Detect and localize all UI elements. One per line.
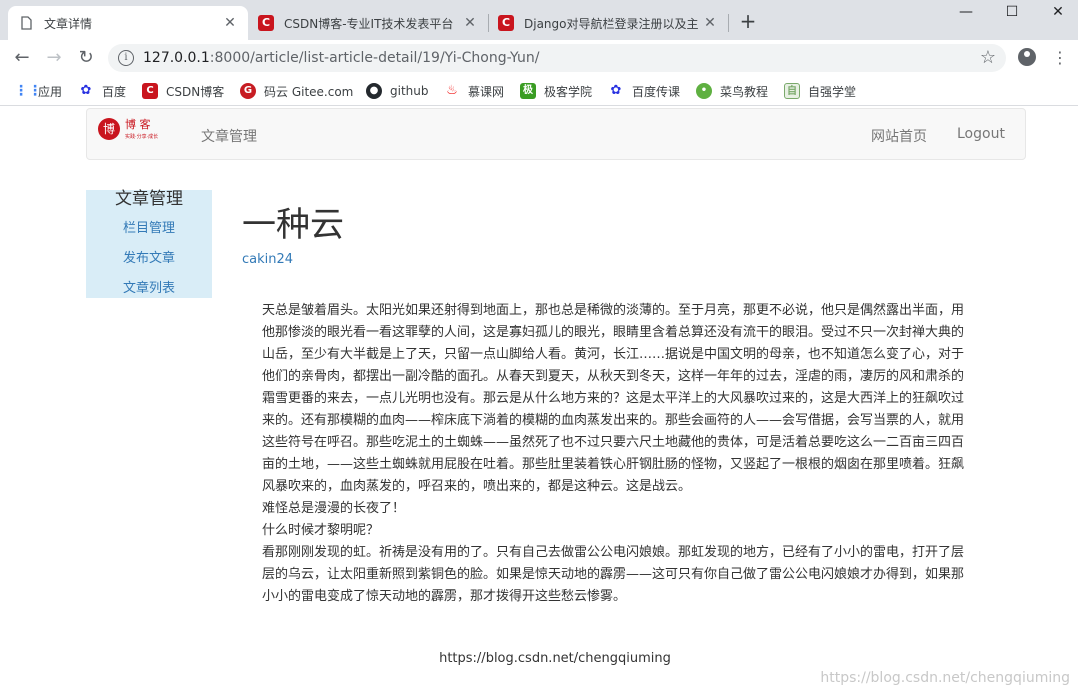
tab-title: Django对导航栏登录注册以及主 <box>524 16 699 31</box>
minimize-button[interactable]: — <box>944 4 988 24</box>
sidebar-item-article-list[interactable]: 文章列表 <box>86 274 212 304</box>
url-text[interactable]: 127.0.0.1:8000/article/list-article-deta… <box>143 50 539 66</box>
bookmark-baidu-chuanke[interactable]: ✿ 百度传课 <box>608 82 680 100</box>
close-icon[interactable]: ✕ <box>462 15 478 31</box>
reload-icon[interactable]: ↻ <box>76 48 96 68</box>
watermark: https://blog.csdn.net/chengqiuming <box>820 670 1070 686</box>
bookmark-label: 自强学堂 <box>808 84 857 99</box>
article-paragraph: 天总是皱着眉头。太阳光如果还射得到地面上，那也总是稀微的淡薄的。至于月亮，那更不… <box>262 303 965 494</box>
tab-separator <box>728 14 729 32</box>
bookmark-apps[interactable]: ⋮⋮ 应用 <box>14 82 62 100</box>
bookmark-ziqiang[interactable]: 自 自强学堂 <box>784 82 856 100</box>
bookmark-label: CSDN博客 <box>166 84 225 99</box>
back-arrow-icon[interactable]: ← <box>12 48 32 68</box>
baidu-paw-icon: ✿ <box>610 83 622 98</box>
address-bar[interactable]: i 127.0.0.1:8000/article/list-article-de… <box>108 44 1006 72</box>
bookmark-gitee[interactable]: G 码云 Gitee.com <box>240 82 353 100</box>
article-author[interactable]: cakin24 <box>242 252 293 267</box>
gitee-icon: G <box>240 83 256 99</box>
nav-logout[interactable]: Logout <box>957 126 1005 142</box>
article-paragraph: 难怪总是漫漫的长夜了！ <box>262 501 406 516</box>
bookmark-label: 百度 <box>102 84 127 99</box>
logo-mark-text: 博 <box>103 121 115 136</box>
bookmark-label: github <box>390 84 429 98</box>
article-paragraph: 什么时候才黎明呢？ <box>262 523 380 538</box>
article-paragraph: 看那刚刚发现的虹。祈祷是没有用的了。只有自己去做雷公公电闪娘娘。那虹发现的地方，… <box>262 545 965 604</box>
tab-django[interactable]: C Django对导航栏登录注册以及主 ✕ <box>488 6 728 40</box>
bookmark-github[interactable]: ● github <box>366 82 428 100</box>
bookmark-jike[interactable]: 极 极客学院 <box>520 82 592 100</box>
bookmark-label: 极客学院 <box>544 84 593 99</box>
more-menu-icon[interactable]: ⋮ <box>1052 48 1068 68</box>
nav-home[interactable]: 网站首页 <box>871 126 927 146</box>
csdn-icon: C <box>258 15 274 31</box>
admin-sidebar: 文章管理 栏目管理 发布文章 文章列表 <box>86 190 212 298</box>
maximize-button[interactable]: ☐ <box>990 4 1034 24</box>
bookmark-baidu[interactable]: ✿ 百度 <box>78 82 126 100</box>
tab-title: CSDN博客-专业IT技术发表平台 <box>284 16 454 31</box>
article-title: 一种云 <box>242 205 344 245</box>
close-icon[interactable]: ✕ <box>222 15 238 31</box>
bookmark-runoob[interactable]: • 菜鸟教程 <box>696 82 768 100</box>
new-tab-button[interactable]: + <box>738 11 758 31</box>
account-avatar-icon[interactable] <box>1018 48 1036 66</box>
nav-article-manage[interactable]: 文章管理 <box>201 126 257 146</box>
tab-title: 文章详情 <box>44 16 93 31</box>
tab-csdn[interactable]: C CSDN博客-专业IT技术发表平台 ✕ <box>248 6 488 40</box>
url-path: :8000/article/list-article-detail/19/Yi-… <box>209 50 540 66</box>
jike-icon: 极 <box>520 83 536 99</box>
site-info-icon[interactable]: i <box>118 50 134 66</box>
browser-toolbar: ← → ↻ i 127.0.0.1:8000/article/list-arti… <box>0 40 1078 76</box>
sidebar-item-publish-article[interactable]: 发布文章 <box>86 244 212 274</box>
footer-url: https://blog.csdn.net/chengqiuming <box>439 651 671 666</box>
runoob-icon: • <box>696 83 712 99</box>
csdn-icon: C <box>142 83 158 99</box>
bookmark-label: 百度传课 <box>632 84 681 99</box>
article-body: 天总是皱着眉头。太阳光如果还射得到地面上，那也总是稀微的淡薄的。至于月亮，那更不… <box>262 300 974 608</box>
github-icon: ● <box>366 83 382 99</box>
site-navbar: 博 博 客 实践·分享·成长 文章管理 网站首页 Logout <box>86 108 1026 160</box>
sidebar-item-column-manage[interactable]: 栏目管理 <box>86 214 212 244</box>
window-close-button[interactable]: ✕ <box>1036 4 1078 24</box>
page-icon <box>21 16 32 30</box>
bookmark-label: 码云 Gitee.com <box>264 84 354 99</box>
logo-subtext: 实践·分享·成长 <box>125 133 158 140</box>
imooc-flame-icon: ♨ <box>446 83 458 98</box>
bookmark-label: 菜鸟教程 <box>720 84 769 99</box>
logo-text: 博 客 <box>125 117 151 131</box>
bookmark-label: 慕课网 <box>468 84 505 99</box>
url-host: 127.0.0.1 <box>143 50 210 66</box>
csdn-icon: C <box>498 15 514 31</box>
close-icon[interactable]: ✕ <box>702 15 718 31</box>
apps-grid-icon: ⋮⋮ <box>14 83 42 99</box>
bookmark-label: 应用 <box>38 84 63 99</box>
sidebar-heading: 文章管理 <box>115 189 183 209</box>
forward-arrow-icon[interactable]: → <box>44 48 64 68</box>
bookmark-star-icon[interactable]: ☆ <box>980 47 996 68</box>
baidu-paw-icon: ✿ <box>80 83 92 98</box>
tab-article-detail[interactable]: 文章详情 ✕ <box>8 6 248 40</box>
tab-strip: 文章详情 ✕ C CSDN博客-专业IT技术发表平台 ✕ C Django对导航… <box>0 0 1078 40</box>
bookmark-imooc[interactable]: ♨ 慕课网 <box>444 82 504 100</box>
bookmark-csdn[interactable]: C CSDN博客 <box>142 82 224 100</box>
blog-logo[interactable]: 博 博 客 实践·分享·成长 <box>97 113 171 145</box>
ziqiang-icon: 自 <box>784 83 800 99</box>
bookmarks-bar: ⋮⋮ 应用 ✿ 百度 C CSDN博客 G 码云 Gitee.com ● git… <box>0 76 1078 106</box>
